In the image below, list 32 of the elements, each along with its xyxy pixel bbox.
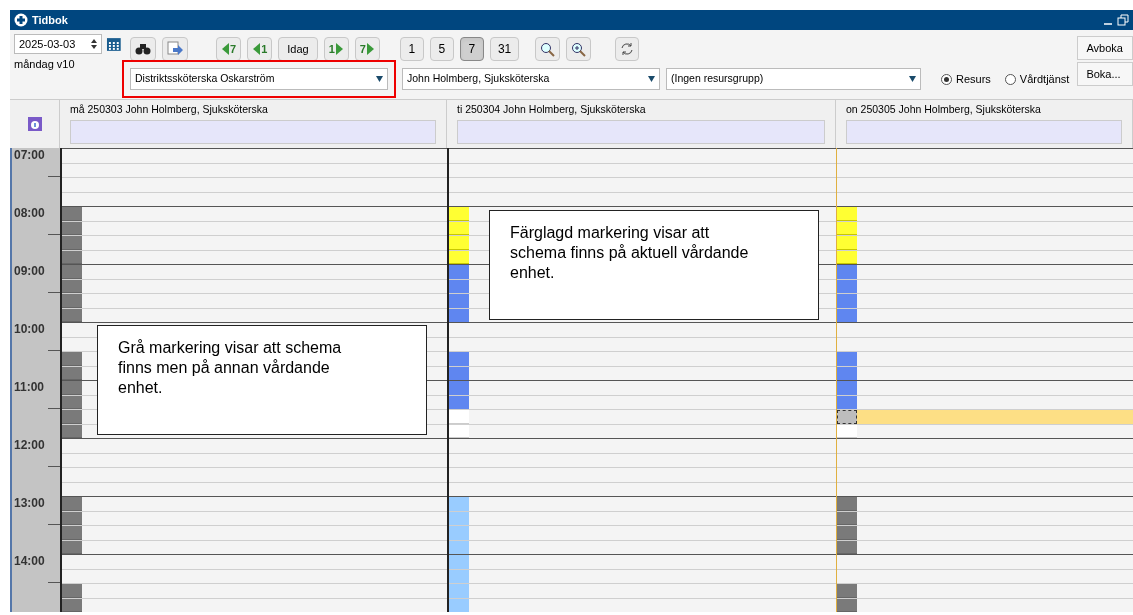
hour-label: 13:00 — [13, 496, 46, 510]
hour-label: 08:00 — [13, 206, 46, 220]
day-header: må 250303 John Holmberg, Sjuksköterska — [70, 102, 269, 117]
navigation-button[interactable]: 7 — [216, 37, 242, 61]
hour-label: 14:00 — [13, 554, 46, 568]
annotation-tooltip: Grå markering visar att schema finns men på annan vårdande enhet. — [97, 325, 427, 435]
hour-label: 10:00 — [13, 322, 46, 336]
navigation-button[interactable]: 7 — [354, 37, 380, 61]
today-button[interactable]: Idag — [278, 37, 318, 61]
annotation-tooltip: Färglagd markering visar att schema finns på aktuell vårdande enhet. — [489, 210, 819, 320]
hour-label: 07:00 — [13, 148, 46, 162]
day-header: on 250305 John Holmberg, Sjuksköterska — [846, 102, 1042, 117]
dropdown[interactable]: John Holmberg, Sjuksköterska — [402, 68, 660, 90]
view-button[interactable]: 7 — [459, 37, 484, 61]
hour-label: 12:00 — [13, 438, 46, 452]
dropdown[interactable]: (Ingen resursgrupp) — [666, 68, 921, 90]
view-button[interactable]: 31 — [489, 37, 520, 61]
date-field[interactable]: 2025-03-03 — [14, 34, 103, 54]
view-button[interactable]: 1 — [399, 37, 424, 61]
hour-label: 09:00 — [13, 264, 46, 278]
view-button[interactable]: 5 — [429, 37, 454, 61]
action-button[interactable]: Boka... — [1077, 62, 1133, 86]
weekday-label: måndag v10 — [14, 57, 76, 72]
navigation-button[interactable]: 1 — [247, 37, 273, 61]
radio-label: Vårdtjänst — [1019, 71, 1070, 87]
day-header: ti 250304 John Holmberg, Sjuksköterska — [457, 102, 647, 117]
radio-label: Resurs — [956, 71, 991, 87]
action-button[interactable]: Avboka — [1077, 36, 1133, 60]
window-title: Tidbok — [32, 12, 68, 28]
navigation-button[interactable]: 1 — [323, 37, 349, 61]
hour-label: 11:00 — [13, 380, 46, 394]
dropdown[interactable]: Distriktssköterska Oskarström — [130, 68, 388, 90]
